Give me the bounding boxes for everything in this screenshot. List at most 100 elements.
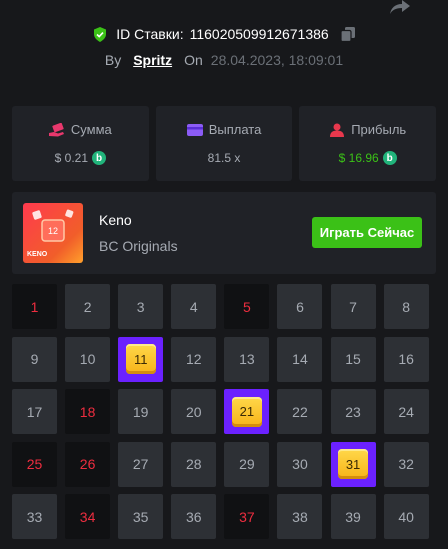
keno-cell: 10 [65,336,111,382]
keno-cell-number: 28 [185,456,202,472]
keno-cell-number: 4 [189,298,198,315]
keno-grid: 1 2 3 4 5 6 7 8 9 10 11 12 13 14 15 16 17 18 19 20 21 22 23 24 2… [12,284,434,539]
keno-cell-number: 24 [398,403,414,420]
stat-payout-value: 81.5 x [207,151,241,165]
stat-amount: Сумма $ 0.21 b [12,106,149,181]
keno-cell: 30 [277,441,323,487]
keno-cell: 33 [12,494,57,539]
keno-cell-number: 15 [345,351,361,367]
keno-cell: 38 [277,494,323,539]
keno-cell: 21 [224,389,270,434]
stat-profit: Прибыль $ 16.96 b [299,106,437,181]
keno-cell-number: 1 [30,298,39,315]
keno-cell-number: 36 [185,508,202,525]
keno-cell-number: 33 [26,508,43,525]
stat-profit-value: $ 16.96 [338,151,379,165]
keno-cell: 18 [65,389,111,434]
keno-cell-number: 17 [26,403,43,420]
keno-cell: 13 [224,336,270,382]
keno-cell-number: 6 [296,298,304,315]
stat-payout-label: Выплата [208,122,262,137]
game-card: 12 KENO Keno BC Originals Играть Сейчас [12,192,436,274]
keno-cell-number: 29 [239,456,255,472]
keno-cell: 2 [65,284,111,329]
keno-cell-number: 34 [79,508,96,525]
keno-cell: 19 [118,389,164,434]
bet-date: 28.04.2023, 18:09:01 [210,52,344,68]
bet-id-value: 116020509912671386 [189,26,329,42]
keno-cell-number: 32 [398,456,414,472]
username-link[interactable]: Spritz [133,52,172,68]
keno-cell: 17 [12,389,57,434]
bc-coin-icon: b [92,151,107,165]
keno-cell: 34 [65,494,111,539]
keno-cell-number: 2 [83,298,92,315]
keno-cell-number: 40 [398,508,414,525]
keno-cell: 32 [383,441,429,487]
stat-amount-value: $ 0.21 [54,151,89,165]
shield-check-icon [94,26,107,42]
keno-cell: 26 [65,441,111,487]
keno-cell: 25 [12,441,57,487]
keno-cell: 36 [171,494,217,539]
keno-thumb-logo: KENO [27,251,48,258]
keno-cell-number: 12 [185,351,202,367]
by-label: By [104,52,122,68]
keno-cell: 6 [277,284,323,329]
keno-cell: 1 [12,284,57,329]
keno-cell: 28 [171,441,217,487]
game-name[interactable]: Keno [99,212,132,228]
keno-cell-number: 5 [242,298,251,315]
keno-cell: 8 [383,284,429,329]
copy-icon[interactable] [340,26,355,42]
keno-cell: 35 [118,494,164,539]
bet-meta-row: By Spritz On 28.04.2023, 18:09:01 [0,52,448,68]
keno-cell: 24 [383,389,429,434]
keno-cell: 22 [277,389,323,434]
keno-cell-number: 16 [398,351,414,367]
play-now-button[interactable]: Играть Сейчас [312,217,422,248]
keno-cell: 14 [277,336,323,382]
keno-cell: 29 [224,441,270,487]
keno-thumb-number: 12 [48,226,58,236]
keno-cell-number: 8 [402,298,411,315]
bc-coin-icon: b [382,151,397,165]
wallet-icon [186,123,203,136]
stat-profit-label: Прибыль [351,122,407,137]
keno-cell-number: 35 [132,508,149,525]
keno-cell: 4 [171,284,217,329]
stat-amount-label: Сумма [70,122,112,137]
keno-cell: 16 [383,336,429,382]
keno-cell: 39 [330,494,376,539]
bet-stats: Сумма $ 0.21 b Выплата 81.5 x Прибыль $ … [12,106,437,181]
keno-cell-number: 19 [132,403,149,420]
user-coin-icon [330,123,345,137]
keno-cell-number: 14 [292,351,308,367]
keno-cell: 12 [171,336,217,382]
keno-hit-gem: 11 [125,344,156,374]
on-label: On [184,52,203,68]
share-icon[interactable] [388,0,412,14]
bet-id-row: ID Ставки: 116020509912671386 [0,26,448,42]
keno-cell: 15 [330,336,376,382]
keno-cell-number: 13 [239,351,255,367]
keno-thumbnail[interactable]: 12 KENO [23,203,83,263]
keno-cell-number: 18 [79,403,96,420]
keno-cell-number: 37 [239,508,255,525]
keno-cell: 3 [118,284,164,329]
keno-cell-number: 30 [292,456,308,472]
keno-cell-number: 3 [136,298,145,315]
keno-cell: 23 [330,389,376,434]
keno-cell-number: 38 [292,508,308,525]
keno-cell: 40 [383,494,429,539]
money-hand-icon [48,122,64,136]
keno-cell-number: 23 [345,403,361,420]
keno-hit-gem: 31 [338,449,369,479]
keno-cell: 9 [12,336,57,382]
keno-cell: 31 [330,441,376,487]
keno-cell: 27 [118,441,164,487]
keno-cell-number: 26 [79,456,96,472]
keno-logo-icon: 12 KENO [27,209,74,258]
keno-cell-number: 10 [79,351,96,367]
keno-cell-number: 9 [30,351,39,367]
